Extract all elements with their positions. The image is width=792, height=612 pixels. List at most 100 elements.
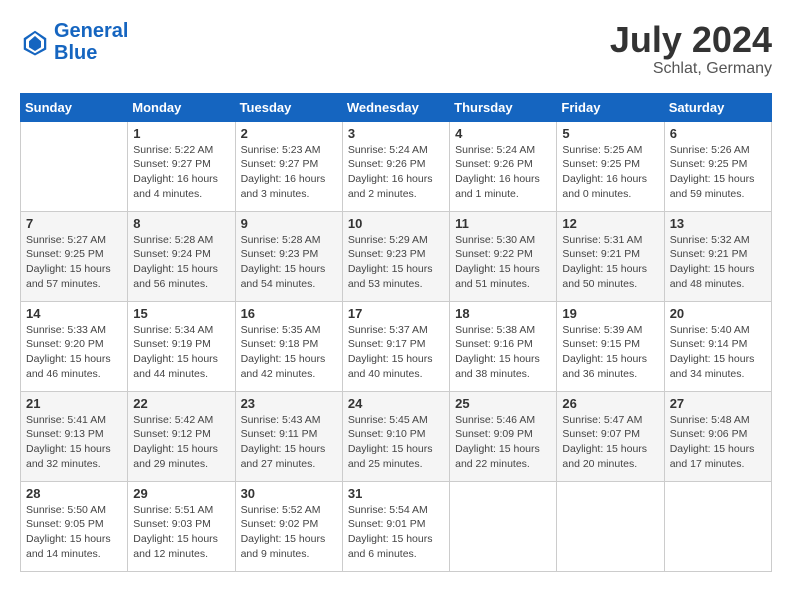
day-info: Sunrise: 5:51 AM Sunset: 9:03 PM Dayligh… (133, 503, 229, 562)
logo-line1: General (54, 20, 128, 42)
day-number: 21 (26, 396, 122, 411)
day-info: Sunrise: 5:39 AM Sunset: 9:15 PM Dayligh… (562, 323, 658, 382)
day-number: 23 (241, 396, 337, 411)
day-number: 18 (455, 306, 551, 321)
calendar-cell (450, 481, 557, 571)
day-number: 11 (455, 216, 551, 231)
day-info: Sunrise: 5:26 AM Sunset: 9:25 PM Dayligh… (670, 143, 766, 202)
calendar-cell: 9 Sunrise: 5:28 AM Sunset: 9:23 PM Daylig… (235, 211, 342, 301)
day-info: Sunrise: 5:45 AM Sunset: 9:10 PM Dayligh… (348, 413, 444, 472)
calendar-cell: 12Sunrise: 5:31 AM Sunset: 9:21 PM Dayli… (557, 211, 664, 301)
day-info: Sunrise: 5:27 AM Sunset: 9:25 PM Dayligh… (26, 233, 122, 292)
day-number: 31 (348, 486, 444, 501)
day-number: 9 (241, 216, 337, 231)
calendar-cell: 13 Sunrise: 5:32 AM Sunset: 9:21 PM Dayli… (664, 211, 771, 301)
col-header-thursday: Thursday (450, 93, 557, 121)
day-info: Sunrise: 5:29 AM Sunset: 9:23 PM Dayligh… (348, 233, 444, 292)
calendar-cell: 17Sunrise: 5:37 AM Sunset: 9:17 PM Dayli… (342, 301, 449, 391)
location: Schlat, Germany (610, 60, 772, 78)
day-info: Sunrise: 5:34 AM Sunset: 9:19 PM Dayligh… (133, 323, 229, 382)
day-info: Sunrise: 5:47 AM Sunset: 9:07 PM Dayligh… (562, 413, 658, 472)
day-number: 13 (670, 216, 766, 231)
calendar-cell: 8 Sunrise: 5:28 AM Sunset: 9:24 PM Daylig… (128, 211, 235, 301)
day-number: 14 (26, 306, 122, 321)
logo-text: General Blue (54, 20, 128, 64)
day-info: Sunrise: 5:43 AM Sunset: 9:11 PM Dayligh… (241, 413, 337, 472)
calendar-cell: 24Sunrise: 5:45 AM Sunset: 9:10 PM Dayli… (342, 391, 449, 481)
day-number: 1 (133, 126, 229, 141)
calendar-cell: 16 Sunrise: 5:35 AM Sunset: 9:18 PM Dayli… (235, 301, 342, 391)
calendar-cell: 18 Sunrise: 5:38 AM Sunset: 9:16 PM Dayli… (450, 301, 557, 391)
day-info: Sunrise: 5:42 AM Sunset: 9:12 PM Dayligh… (133, 413, 229, 472)
day-number: 17 (348, 306, 444, 321)
calendar-cell: 19Sunrise: 5:39 AM Sunset: 9:15 PM Dayli… (557, 301, 664, 391)
day-number: 6 (670, 126, 766, 141)
calendar-cell: 28 Sunrise: 5:50 AM Sunset: 9:05 PM Dayli… (21, 481, 128, 571)
week-row-2: 7 Sunrise: 5:27 AM Sunset: 9:25 PM Daylig… (21, 211, 772, 301)
day-info: Sunrise: 5:33 AM Sunset: 9:20 PM Dayligh… (26, 323, 122, 382)
day-info: Sunrise: 5:24 AM Sunset: 9:26 PM Dayligh… (348, 143, 444, 202)
day-number: 5 (562, 126, 658, 141)
day-number: 10 (348, 216, 444, 231)
day-number: 22 (133, 396, 229, 411)
calendar-cell (21, 121, 128, 211)
day-info: Sunrise: 5:32 AM Sunset: 9:21 PM Dayligh… (670, 233, 766, 292)
calendar-cell: 20 Sunrise: 5:40 AM Sunset: 9:14 PM Dayli… (664, 301, 771, 391)
calendar-cell: 14 Sunrise: 5:33 AM Sunset: 9:20 PM Dayli… (21, 301, 128, 391)
day-number: 25 (455, 396, 551, 411)
calendar-cell: 30 Sunrise: 5:52 AM Sunset: 9:02 PM Dayli… (235, 481, 342, 571)
calendar-cell: 7 Sunrise: 5:27 AM Sunset: 9:25 PM Daylig… (21, 211, 128, 301)
logo: General Blue (20, 20, 128, 64)
week-row-4: 21 Sunrise: 5:41 AM Sunset: 9:13 PM Dayli… (21, 391, 772, 481)
page-header: General Blue July 2024 Schlat, Germany (20, 20, 772, 78)
day-info: Sunrise: 5:25 AM Sunset: 9:25 PM Dayligh… (562, 143, 658, 202)
day-number: 8 (133, 216, 229, 231)
day-info: Sunrise: 5:52 AM Sunset: 9:02 PM Dayligh… (241, 503, 337, 562)
day-info: Sunrise: 5:38 AM Sunset: 9:16 PM Dayligh… (455, 323, 551, 382)
calendar-cell: 31 Sunrise: 5:54 AM Sunset: 9:01 PM Dayli… (342, 481, 449, 571)
day-number: 3 (348, 126, 444, 141)
col-header-saturday: Saturday (664, 93, 771, 121)
day-info: Sunrise: 5:28 AM Sunset: 9:23 PM Dayligh… (241, 233, 337, 292)
day-number: 27 (670, 396, 766, 411)
day-number: 7 (26, 216, 122, 231)
day-info: Sunrise: 5:50 AM Sunset: 9:05 PM Dayligh… (26, 503, 122, 562)
calendar-cell: 6 Sunrise: 5:26 AM Sunset: 9:25 PM Daylig… (664, 121, 771, 211)
calendar-cell: 15Sunrise: 5:34 AM Sunset: 9:19 PM Dayli… (128, 301, 235, 391)
calendar-cell: 10 Sunrise: 5:29 AM Sunset: 9:23 PM Dayli… (342, 211, 449, 301)
col-header-wednesday: Wednesday (342, 93, 449, 121)
calendar-table: SundayMondayTuesdayWednesdayThursdayFrid… (20, 93, 772, 572)
calendar-cell (557, 481, 664, 571)
day-info: Sunrise: 5:24 AM Sunset: 9:26 PM Dayligh… (455, 143, 551, 202)
title-block: July 2024 Schlat, Germany (610, 20, 772, 78)
calendar-cell: 3 Sunrise: 5:24 AM Sunset: 9:26 PM Daylig… (342, 121, 449, 211)
day-number: 30 (241, 486, 337, 501)
calendar-cell: 29Sunrise: 5:51 AM Sunset: 9:03 PM Dayli… (128, 481, 235, 571)
day-info: Sunrise: 5:23 AM Sunset: 9:27 PM Dayligh… (241, 143, 337, 202)
day-info: Sunrise: 5:28 AM Sunset: 9:24 PM Dayligh… (133, 233, 229, 292)
calendar-cell: 21 Sunrise: 5:41 AM Sunset: 9:13 PM Dayli… (21, 391, 128, 481)
calendar-cell: 5 Sunrise: 5:25 AM Sunset: 9:25 PM Daylig… (557, 121, 664, 211)
day-info: Sunrise: 5:40 AM Sunset: 9:14 PM Dayligh… (670, 323, 766, 382)
day-info: Sunrise: 5:54 AM Sunset: 9:01 PM Dayligh… (348, 503, 444, 562)
calendar-cell: 2 Sunrise: 5:23 AM Sunset: 9:27 PM Daylig… (235, 121, 342, 211)
day-number: 20 (670, 306, 766, 321)
calendar-cell: 4Sunrise: 5:24 AM Sunset: 9:26 PM Daylig… (450, 121, 557, 211)
week-row-3: 14 Sunrise: 5:33 AM Sunset: 9:20 PM Dayli… (21, 301, 772, 391)
calendar-cell: 22 Sunrise: 5:42 AM Sunset: 9:12 PM Dayli… (128, 391, 235, 481)
calendar-cell: 23 Sunrise: 5:43 AM Sunset: 9:11 PM Dayli… (235, 391, 342, 481)
calendar-cell: 26Sunrise: 5:47 AM Sunset: 9:07 PM Dayli… (557, 391, 664, 481)
col-header-sunday: Sunday (21, 93, 128, 121)
day-number: 2 (241, 126, 337, 141)
calendar-cell: 25Sunrise: 5:46 AM Sunset: 9:09 PM Dayli… (450, 391, 557, 481)
week-row-1: 1Sunrise: 5:22 AM Sunset: 9:27 PM Daylig… (21, 121, 772, 211)
col-header-friday: Friday (557, 93, 664, 121)
day-number: 16 (241, 306, 337, 321)
logo-line2: Blue (54, 42, 97, 64)
day-info: Sunrise: 5:35 AM Sunset: 9:18 PM Dayligh… (241, 323, 337, 382)
col-header-monday: Monday (128, 93, 235, 121)
day-info: Sunrise: 5:41 AM Sunset: 9:13 PM Dayligh… (26, 413, 122, 472)
day-number: 28 (26, 486, 122, 501)
logo-icon (20, 27, 50, 57)
day-info: Sunrise: 5:48 AM Sunset: 9:06 PM Dayligh… (670, 413, 766, 472)
